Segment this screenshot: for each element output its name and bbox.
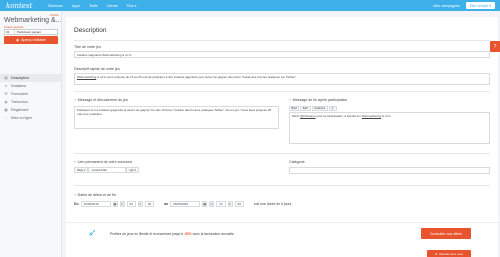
sidebar: brouillon Webmarketing &... Instant gagn… — [0, 11, 62, 257]
desc-textarea[interactable]: Webmarketing & co'm vous propose du 15 a… — [74, 73, 490, 85]
webmarketing-link[interactable]: Webmarketing — [362, 114, 381, 118]
preview-label: Aperçu éditable — [21, 38, 47, 42]
chat-button[interactable]: ✉ Discuter avec nous — [427, 250, 471, 257]
nav-apps[interactable]: Apps — [72, 4, 80, 8]
top-right: Mes campagnes Mon compte ▾ — [433, 0, 495, 11]
logo[interactable]: kontest — [6, 2, 40, 10]
help-icon[interactable]: ? — [490, 41, 500, 52]
from-label: Du — [74, 202, 79, 206]
sidebar-item-label: Dotations — [11, 84, 27, 88]
info-icon: ? — [74, 193, 76, 197]
end-message-label: ? Message de fin après participation — [289, 98, 348, 102]
chat-label: Discuter avec nous — [439, 251, 464, 256]
gift-icon: ♦ — [5, 84, 7, 88]
sidebar-item-mise-en-ligne[interactable]: ↑ Mise en ligne — [0, 114, 62, 122]
game-title: Webmarketing &... — [4, 17, 62, 24]
nav-solutions[interactable]: Solutions — [48, 4, 63, 8]
sidebar-item-description[interactable]: ▤ Description — [0, 74, 62, 82]
hour-sep: h — [137, 201, 143, 207]
top-navbar: kontest Solutions Apps Tarifs Clients Pl… — [0, 0, 500, 11]
category-select[interactable] — [289, 167, 490, 174]
info-icon: ? — [74, 160, 76, 164]
permalink-input: https:// contest.fr/ab cgt-3 — [74, 167, 139, 173]
page-title: Description — [74, 27, 107, 34]
eye-icon: ◉ — [15, 38, 20, 42]
url-prefix: https:// — [74, 167, 89, 173]
clock-icon: ◷ — [119, 201, 125, 207]
duration-text: soit une durée de 6 jours. — [253, 202, 293, 206]
sidebar-item-label: Traduction — [11, 100, 28, 104]
view-offers-button[interactable]: Consulter nos offres — [421, 228, 471, 239]
calendar-icon[interactable]: ▦ — [112, 201, 118, 207]
divider — [74, 185, 490, 186]
category-label: Catégorie — [289, 160, 305, 164]
end-minute-input[interactable]: 59 — [234, 201, 244, 207]
calendar-icon[interactable]: ▦ — [202, 201, 208, 207]
firstname-link[interactable]: @firstname — [300, 114, 315, 118]
participant-select[interactable]: 32 Participant payant — [4, 29, 58, 35]
end-message-editor[interactable]: Merci @firstname pour ta participation, … — [289, 112, 490, 144]
underline-button[interactable]: Underline — [311, 106, 328, 111]
globe-icon: ◉ — [4, 100, 8, 104]
publish-icon: ↑ — [5, 116, 7, 120]
info-icon: ? — [74, 98, 76, 102]
my-account-button[interactable]: Mon compte ▾ — [465, 2, 495, 9]
sidebar-item-label: Formulaire — [11, 92, 29, 96]
rocket-icon: ➶ — [88, 228, 97, 239]
sidebar-item-formulaire[interactable]: ☰ Formulaire — [0, 90, 62, 98]
start-date-input[interactable]: 15/05/2016 — [80, 201, 111, 207]
dates-label: ? Dates de début et de fin — [74, 193, 116, 197]
url-suffix: cgt-3 — [126, 167, 139, 173]
sidebar-item-reglement[interactable]: ▦ Règlement — [0, 106, 62, 114]
message-label: ? Message et déroulement du jeu — [74, 98, 129, 102]
sidebar-item-traduction[interactable]: ◉ Traduction — [0, 98, 62, 106]
link-icon[interactable]: 🔗 — [328, 106, 337, 111]
date-range: Du 15/05/2016 ▦ ◷ 00 h 00 au 25/05/2016 … — [74, 201, 292, 207]
info-icon: ? — [289, 98, 291, 102]
rte-toolbar: Bold Italic Underline 🔗 — [289, 106, 337, 111]
bold-button[interactable]: Bold — [289, 106, 300, 111]
italic-button[interactable]: Italic — [300, 106, 311, 111]
participant-type: Participant payant — [17, 30, 42, 34]
form-icon: ☰ — [4, 92, 8, 96]
top-nav: Solutions Apps Tarifs Clients Plus ▾ — [48, 4, 136, 8]
sidebar-item-label: Mise en ligne — [11, 116, 33, 120]
participant-count: 32 — [5, 30, 15, 34]
end-date-input[interactable]: 25/05/2016 — [170, 201, 201, 207]
start-minute-input[interactable]: 00 — [144, 201, 155, 207]
message-textarea[interactable]: Participez à nos Instants gagnants et te… — [74, 106, 279, 129]
divider — [74, 153, 490, 154]
clock-icon: ◷ — [209, 201, 215, 207]
title-input[interactable]: Instants Gagnants Webmarketing & co'm — [74, 51, 490, 58]
divider — [74, 91, 490, 92]
desc-link[interactable]: Webmarketing — [77, 75, 96, 79]
promo-text: Profitez de jeux en illimité et économis… — [110, 232, 234, 236]
permalink-label: ? Lien permanent de votre concours — [74, 160, 133, 164]
side-menu: ▤ Description ♦ Dotations ☰ Formulaire ◉… — [0, 74, 62, 122]
end-hour-input[interactable]: 23 — [216, 201, 226, 207]
to-label: au — [164, 202, 169, 206]
chat-icon: ✉ — [434, 251, 438, 256]
divider — [74, 40, 490, 41]
rules-icon: ▦ — [4, 108, 8, 112]
start-hour-input[interactable]: 00 — [126, 201, 136, 207]
nav-tarifs[interactable]: Tarifs — [89, 4, 98, 8]
my-campaigns-link[interactable]: Mes campagnes — [433, 4, 459, 8]
desc-label: Descriptif rapide de votre jeu — [74, 67, 120, 71]
desc-text: & co'm vous propose du 15 au 25 mai de p… — [96, 75, 296, 79]
nav-plus[interactable]: Plus ▾ — [127, 4, 137, 8]
title-label: Titre de votre jeu — [74, 45, 101, 49]
sidebar-item-label: Description — [11, 76, 29, 80]
nav-clients[interactable]: Clients — [107, 4, 118, 8]
main-panel: Description Titre de votre jeu Instants … — [66, 17, 498, 257]
url-input[interactable]: contest.fr/ab — [88, 167, 127, 173]
sidebar-item-dotations[interactable]: ♦ Dotations — [0, 82, 62, 90]
sidebar-item-label: Règlement — [11, 108, 29, 112]
hour-sep: h — [227, 201, 233, 207]
description-icon: ▤ — [4, 76, 8, 80]
promo-banner: ➶ Profitez de jeux en illimité et économ… — [66, 222, 498, 244]
preview-button[interactable]: ◉ Aperçu éditable — [4, 36, 58, 44]
